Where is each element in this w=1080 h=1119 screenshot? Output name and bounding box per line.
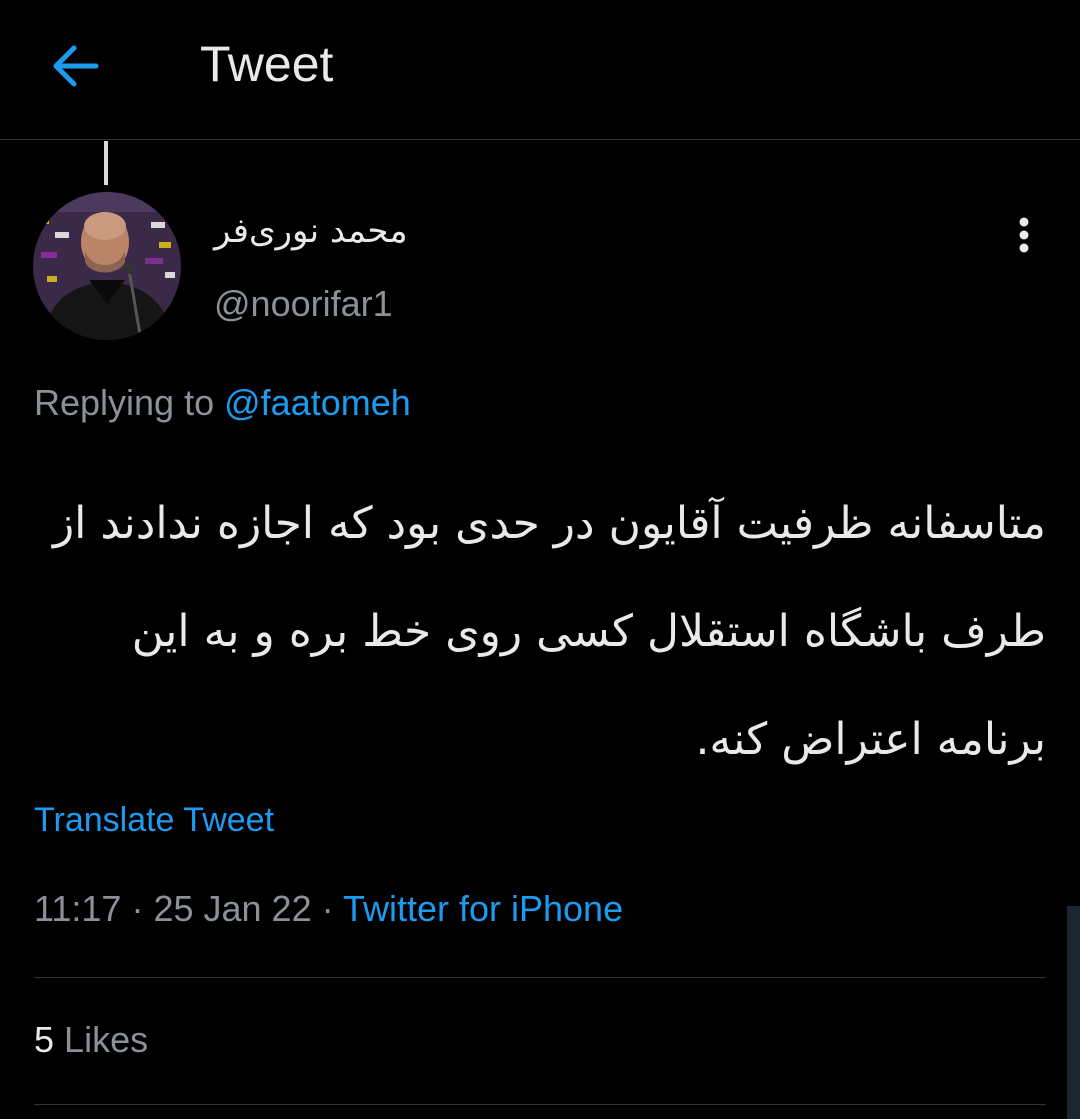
arrow-left-icon — [53, 45, 99, 87]
tweet-date: 25 Jan 22 — [153, 888, 312, 929]
replying-to-handle-link[interactable]: @faatomeh — [224, 382, 411, 423]
back-button[interactable] — [48, 38, 104, 94]
more-options-button[interactable] — [1002, 212, 1046, 258]
likes-stat[interactable]: 5 Likes — [34, 1015, 148, 1065]
page-title: Tweet — [200, 36, 334, 92]
tweet-metadata: 11:17 · 25 Jan 22 · Twitter for iPhone — [34, 883, 623, 935]
divider — [34, 977, 1046, 978]
thread-connector-line — [104, 141, 108, 185]
divider — [34, 1104, 1046, 1105]
tweet-text: متاسفانه ظرفیت آقایون در حدی بود که اجاز… — [52, 498, 1046, 765]
meta-separator: · — [321, 888, 334, 929]
meta-separator: · — [131, 888, 144, 929]
translate-tweet-link[interactable]: Translate Tweet — [34, 796, 274, 844]
avatar[interactable] — [33, 192, 181, 340]
likes-count: 5 — [34, 1019, 55, 1060]
replying-to-label: Replying to — [34, 382, 215, 423]
tweet-source-link[interactable]: Twitter for iPhone — [343, 888, 623, 929]
avatar-photo — [33, 192, 181, 340]
replying-to: Replying to @faatomeh — [34, 378, 411, 428]
likes-label: Likes — [64, 1019, 149, 1060]
more-vertical-icon — [1019, 217, 1029, 253]
author-handle[interactable]: @noorifar1 — [214, 279, 393, 329]
scrollbar[interactable] — [1067, 906, 1080, 1119]
tweet-time: 11:17 — [34, 888, 122, 929]
author-display-name[interactable]: محمد نوری‌فر — [214, 205, 494, 257]
app-header: Tweet — [0, 0, 1080, 140]
